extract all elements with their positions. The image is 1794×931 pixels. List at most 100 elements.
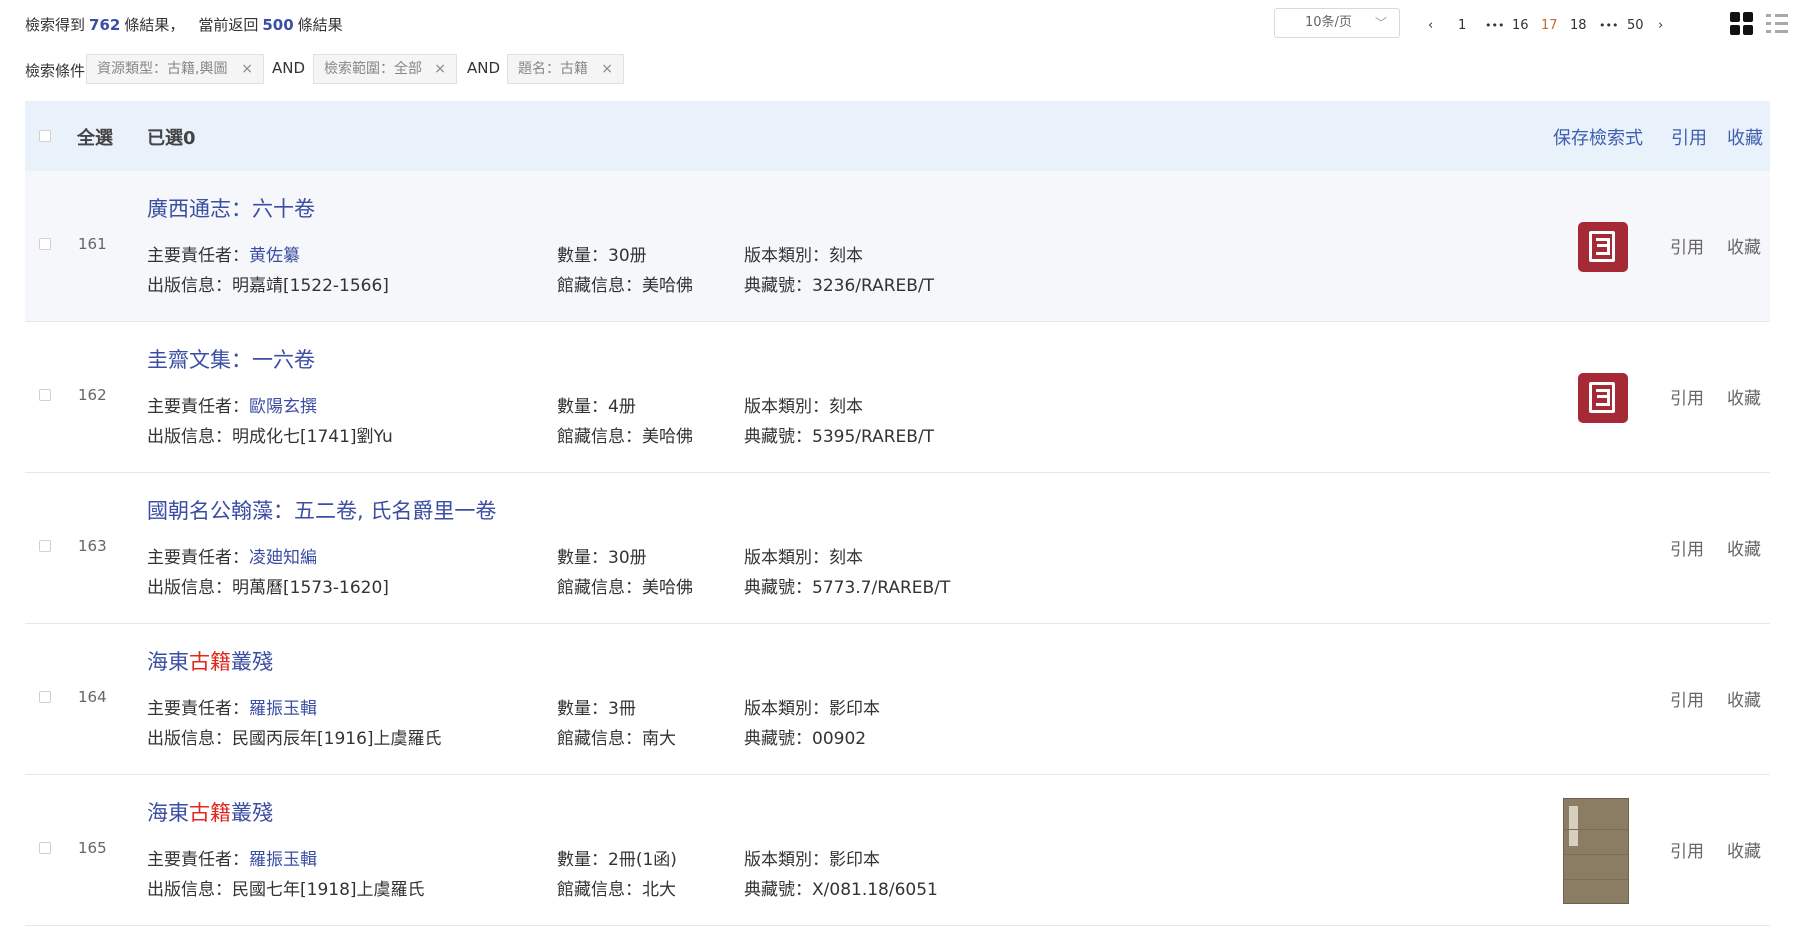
library-value: 美哈佛 [642,276,693,296]
page-link-current[interactable]: 17 [1541,16,1558,36]
library-value: 南大 [642,729,676,749]
library-field: 館藏信息：北大 [557,875,676,900]
result-row: 165 海東古籍叢殘 主要責任者：羅振玉輯 出版信息：民國七年[1918]上虞羅… [25,775,1770,926]
book-cover-image[interactable] [1563,798,1629,904]
page-ellipsis[interactable]: ••• [1485,16,1504,36]
close-icon[interactable]: × [241,55,253,83]
favorite-button[interactable]: 收藏 [1727,686,1761,711]
edition-value: 影印本 [829,850,880,870]
select-all-checkbox[interactable] [39,130,51,142]
result-title-link[interactable]: 海東古籍叢殘 [147,797,273,827]
result-title-link[interactable]: 廣西通志：六十卷 [147,193,315,223]
field-label: 版本類別： [744,850,829,870]
row-index: 162 [78,386,107,404]
favorite-button[interactable]: 收藏 [1727,384,1761,409]
field-label: 館藏信息： [557,729,642,749]
callno-field: 典藏號：5395/RAREB/T [744,422,934,447]
responsible-link[interactable]: 羅振玉輯 [249,699,317,719]
row-checkbox[interactable] [39,238,51,250]
quantity-value: 3冊 [608,699,636,719]
edition-value: 刻本 [829,548,863,568]
close-icon[interactable]: × [601,55,613,83]
library-logo-icon[interactable] [1578,222,1628,272]
close-icon[interactable]: × [434,55,446,83]
publish-field: 出版信息：民國七年[1918]上虞羅氏 [147,875,425,900]
page-link[interactable]: 16 [1512,16,1529,36]
page-link[interactable]: 18 [1570,16,1587,36]
row-index: 164 [78,688,107,706]
condition-tag-text: 檢索範圍：全部 [324,61,422,77]
page-link[interactable]: 1 [1458,16,1466,36]
row-index: 161 [78,235,107,253]
callno-field: 典藏號：00902 [744,724,866,749]
cite-button[interactable]: 引用 [1670,384,1704,409]
chevron-left-icon[interactable]: ‹ [1428,16,1433,36]
callno-value: X/081.18/6051 [812,880,938,900]
field-label: 主要責任者： [147,850,249,870]
cite-all-button[interactable]: 引用 [1671,124,1707,150]
grid-view-icon[interactable] [1730,12,1754,36]
favorite-all-button[interactable]: 收藏 [1727,124,1763,150]
page-link[interactable]: 50 [1627,16,1644,36]
field-label: 館藏信息： [557,276,642,296]
result-row: 161 廣西通志：六十卷 主要責任者：黄佐纂 出版信息：明嘉靖[1522-156… [25,171,1770,322]
favorite-button[interactable]: 收藏 [1727,837,1761,862]
library-field: 館藏信息：美哈佛 [557,271,693,296]
cite-button[interactable]: 引用 [1670,837,1704,862]
edition-value: 刻本 [829,397,863,417]
quantity-field: 數量：2冊(1函) [557,845,677,870]
edition-value: 刻本 [829,246,863,266]
condition-tag-title: 題名：古籍 × [507,54,624,84]
responsible-field: 主要責任者：凌廸知編 [147,543,317,568]
row-checkbox[interactable] [39,691,51,703]
result-title-link[interactable]: 海東古籍叢殘 [147,646,273,676]
title-text: 叢殘 [231,801,273,825]
publish-field: 出版信息：明萬曆[1573-1620] [147,573,389,598]
responsible-link[interactable]: 黄佐纂 [249,246,300,266]
favorite-button[interactable]: 收藏 [1727,233,1761,258]
library-field: 館藏信息：美哈佛 [557,573,693,598]
field-label: 典藏號： [744,880,812,900]
row-index: 165 [78,839,107,857]
field-label: 出版信息： [147,276,232,296]
list-view-icon[interactable] [1766,12,1788,36]
quantity-value: 30册 [608,548,647,568]
chevron-right-icon[interactable]: › [1658,16,1663,36]
responsible-link[interactable]: 歐陽玄撰 [249,397,317,417]
edition-value: 影印本 [829,699,880,719]
page-ellipsis[interactable]: ••• [1599,16,1618,36]
responsible-link[interactable]: 凌廸知編 [249,548,317,568]
page-size-select[interactable]: 10条/页 ﹀ [1274,8,1400,38]
result-title-link[interactable]: 圭齋文集：一六卷 [147,344,315,374]
condition-tag-text: 資源類型：古籍,輿圖 [97,61,228,77]
summary-mid: 條結果， [124,16,185,34]
result-row: 164 海東古籍叢殘 主要責任者：羅振玉輯 出版信息：民國丙辰年[1916]上虞… [25,624,1770,775]
field-label: 館藏信息： [557,880,642,900]
returned-count: 500 [262,16,294,34]
field-label: 數量： [557,699,608,719]
favorite-button[interactable]: 收藏 [1727,535,1761,560]
responsible-field: 主要責任者：羅振玉輯 [147,694,317,719]
field-label: 主要責任者： [147,246,249,266]
result-title-link[interactable]: 國朝名公翰藻：五二卷, 氏名爵里一卷 [147,495,496,525]
cite-button[interactable]: 引用 [1670,686,1704,711]
quantity-value: 4册 [608,397,636,417]
save-search-button[interactable]: 保存檢索式 [1553,124,1643,150]
callno-field: 典藏號：3236/RAREB/T [744,271,934,296]
library-value: 北大 [642,880,676,900]
row-checkbox[interactable] [39,540,51,552]
row-checkbox[interactable] [39,389,51,401]
cite-button[interactable]: 引用 [1670,233,1704,258]
cite-button[interactable]: 引用 [1670,535,1704,560]
publish-field: 出版信息：明嘉靖[1522-1566] [147,271,389,296]
publish-value: 民國丙辰年[1916]上虞羅氏 [232,729,442,749]
page-size-label: 10条/页 [1305,15,1352,30]
select-all-label[interactable]: 全選 [77,124,113,150]
library-logo-icon[interactable] [1578,373,1628,423]
edition-field: 版本類別：影印本 [744,845,880,870]
responsible-link[interactable]: 羅振玉輯 [249,850,317,870]
row-checkbox[interactable] [39,842,51,854]
field-label: 版本類別： [744,548,829,568]
quantity-field: 數量：4册 [557,392,636,417]
field-label: 主要責任者： [147,397,249,417]
